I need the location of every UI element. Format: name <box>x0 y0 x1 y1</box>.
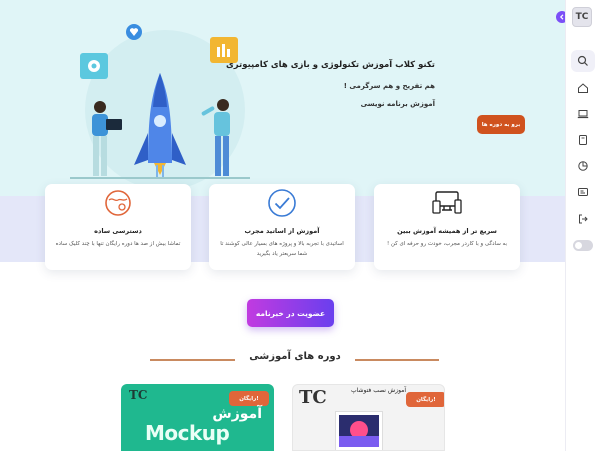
feature-card-fast-learning: سریع تر از همیشه آموزش ببین به سادگی و ب… <box>374 184 520 270</box>
theme-toggle[interactable] <box>573 240 593 251</box>
hero-title: تکنو کلاب آموزش تکنولوژی و بازی های کامپ… <box>225 60 435 70</box>
id-card-icon <box>578 188 588 196</box>
right-sidebar: TC <box>565 0 600 451</box>
brand-mark: TC <box>299 387 327 408</box>
course-card-mockup[interactable]: TC رایگان! آموزش Mockup <box>121 384 274 451</box>
hero-tagline: آموزش برنامه نویسی <box>360 100 435 108</box>
feature-desc: به سادگی و با کاردر مجرب، خودت رو حرفه ا… <box>386 241 508 247</box>
hero-subtitle: هم تفریح و هم سرگرمی ! <box>343 82 435 90</box>
hero-text: تکنو کلاب آموزش تکنولوژی و بازی های کامپ… <box>215 60 435 108</box>
feature-title: آموزش از اساتید مجرب <box>244 227 320 235</box>
course-label: آموزش <box>212 406 262 422</box>
feature-title: دسترسی ساده <box>94 227 142 235</box>
sidebar-item-profile[interactable] <box>571 181 595 203</box>
feature-desc: تماشا بیش از صد ها دوره رایگان تنها با چ… <box>55 241 181 247</box>
brand-mark: TC <box>129 388 148 402</box>
artwork-icon <box>339 415 379 447</box>
feature-card-easy-access: دسترسی ساده تماشا بیش از صد ها دوره رایگ… <box>45 184 191 270</box>
devices-icon <box>432 191 462 214</box>
free-badge: رایگان! <box>229 391 269 406</box>
pie-chart-icon <box>578 161 588 171</box>
sidebar-item-stats[interactable] <box>571 155 595 177</box>
home-icon <box>578 83 588 93</box>
sidebar-item-logout[interactable] <box>571 208 595 230</box>
feature-title: سریع تر از همیشه آموزش ببین <box>397 227 497 235</box>
newsletter-join-button[interactable]: عضویت در خبرنامه <box>247 299 334 327</box>
section-divider-right <box>355 359 439 361</box>
feature-desc: اساتیدی با تجربه بالا و پروژه های بسیار … <box>220 241 344 257</box>
book-icon <box>579 135 587 145</box>
section-title: دوره های آموزشی <box>249 351 341 362</box>
site-logo[interactable]: TC <box>572 7 592 27</box>
sidebar-item-home[interactable] <box>571 77 595 99</box>
sidebar-item-articles[interactable] <box>571 129 595 151</box>
go-to-courses-button[interactable]: برو به دوره ها <box>477 115 525 134</box>
sidebar-item-courses[interactable] <box>571 103 595 125</box>
logout-icon <box>579 214 588 224</box>
free-badge: رایگان! <box>406 392 444 407</box>
laptop-icon <box>577 110 589 119</box>
course-card-photoshop[interactable]: TC آموزش نصب فتوشاپ رایگان! <box>292 384 445 451</box>
section-divider-left <box>150 359 235 361</box>
globe-location-icon <box>105 190 131 216</box>
sidebar-item-search[interactable] <box>571 50 595 72</box>
course-thumbnail <box>335 411 383 450</box>
course-title: آموزش نصب فتوشاپ <box>351 387 407 394</box>
check-circle-icon <box>268 189 296 217</box>
search-icon <box>577 55 588 66</box>
feature-card-expert-teachers: آموزش از اساتید مجرب اساتیدی با تجربه با… <box>209 184 355 270</box>
course-name: Mockup <box>145 421 230 445</box>
